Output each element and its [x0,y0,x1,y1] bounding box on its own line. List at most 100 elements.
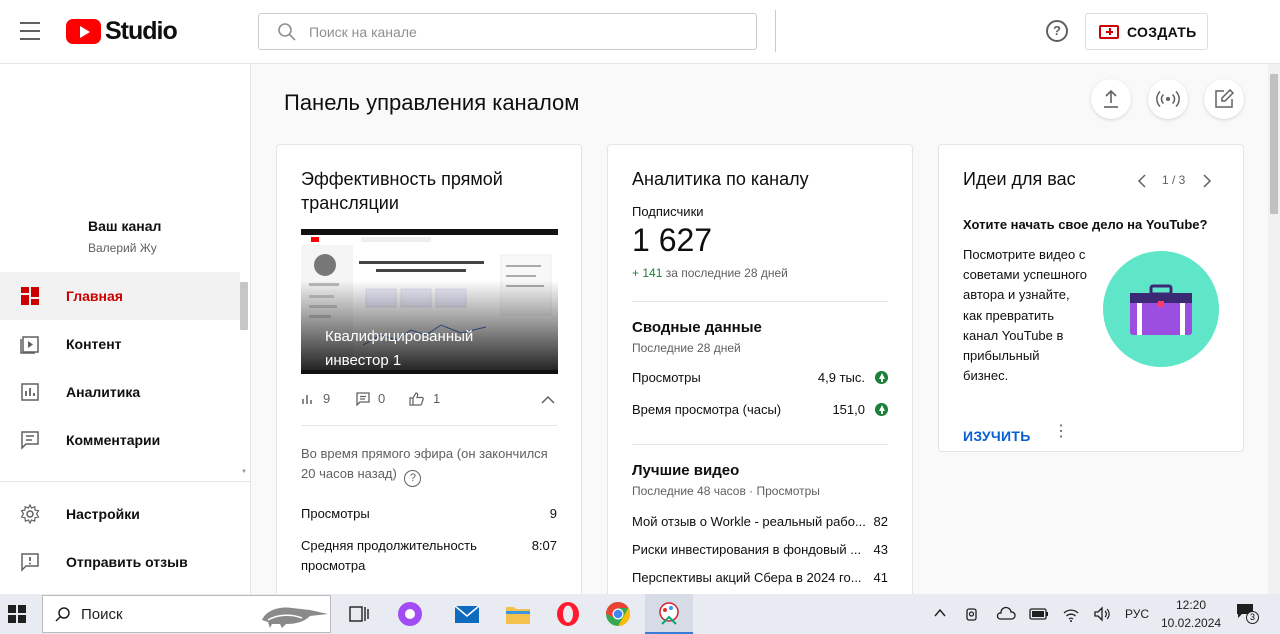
content-icon [20,336,39,354]
channel-name[interactable]: Ваш канал [88,218,161,234]
meet-now-icon[interactable] [964,605,982,623]
studio-logo[interactable]: Studio [66,17,178,46]
video-title: Мой отзыв о Workle - реальный рабо... [632,514,866,529]
alice-assistant-icon[interactable] [394,598,426,630]
header-divider [775,10,776,52]
chevron-left-icon[interactable] [1137,174,1146,188]
create-post-button[interactable] [1204,79,1244,119]
summary-title: Сводные данные [632,319,762,336]
summary-label: Время просмотра (часы) [632,402,782,417]
card-title: Эффективность прямой трансляции [301,169,503,213]
more-options-icon[interactable]: ⋮ [1053,424,1069,440]
subscribers-delta-period: за последние 28 дней [665,266,788,280]
windows-start-icon[interactable] [8,605,26,623]
chrome-browser-icon[interactable] [602,598,634,630]
video-views: 43 [873,542,888,557]
wifi-icon[interactable] [1062,605,1080,623]
page-scrollbar[interactable] [1268,64,1280,594]
help-icon[interactable]: ? [1046,20,1068,42]
create-video-icon [1099,24,1119,39]
info-help-icon[interactable]: ? [404,470,422,487]
video-thumbnail[interactable]: Квалифицированный инвестор 1 [301,229,558,374]
sidebar-item-comments[interactable]: Комментарии [0,416,240,464]
live-broadcast-icon [1156,90,1180,108]
comments-icon [21,431,39,450]
trend-up-icon [875,403,888,416]
subscribers-delta-row: + 141 за последние 28 дней [632,266,788,280]
idea-body: Посмотрите видео с советами успешного ав… [963,247,1087,384]
divider [301,425,557,426]
stat-row-views: Просмотры 9 [301,504,557,524]
notifications-button[interactable]: 3 [1236,603,1260,625]
mail-icon[interactable] [451,598,483,630]
sidebar-item-analytics[interactable]: Аналитика [0,368,240,416]
summary-row-watch-time: Время просмотра (часы) 151,0 [632,400,888,420]
channel-analytics-card: Аналитика по каналу Подписчики 1 627 + 1… [607,144,913,614]
search-input[interactable] [309,23,729,40]
sidebar-item-label: Аналитика [66,384,141,400]
sidebar-item-settings[interactable]: Настройки [0,490,240,538]
chevron-up-icon[interactable] [541,395,555,404]
summary-period: Последние 28 дней [632,341,741,355]
views-count: 9 [323,391,331,406]
bar-chart-icon [302,394,312,404]
notification-count: 3 [1246,611,1259,624]
sidebar-item-dashboard[interactable]: Главная [0,272,240,320]
sidebar-item-content[interactable]: Контент [0,320,240,368]
card-title: Аналитика по каналу [632,169,809,189]
trend-up-icon [875,371,888,384]
views-stat: 9 [301,391,330,406]
volume-icon[interactable] [1093,605,1111,623]
chevron-up-icon[interactable] [934,608,946,618]
taskbar-search[interactable]: Поиск [42,595,331,633]
chevron-right-icon[interactable] [1203,174,1212,188]
summary-value: 151,0 [832,402,865,417]
sidebar-item-feedback[interactable]: Отправить отзыв [0,538,240,586]
clock-date[interactable]: 10.02.2024 [1161,616,1221,630]
create-button[interactable]: СОЗДАТЬ [1085,13,1208,50]
upload-button[interactable] [1091,79,1131,119]
top-video-row[interactable]: Перспективы акций Сбера в 2024 го... 41 [632,568,888,588]
comment-icon [356,391,370,406]
briefcase-illustration [1103,251,1219,367]
summary-label: Просмотры [632,370,701,385]
anteater-illustration-icon [262,607,328,628]
top-videos-title: Лучшие видео [632,462,740,479]
taskbar-search-label: Поиск [81,605,123,623]
sidebar: Ваш канал Валерий Жу Главная Контент Ана… [0,64,251,594]
scroll-down-icon[interactable]: ▼ [241,469,247,475]
search-icon [55,607,70,622]
likes-count: 1 [433,391,441,406]
go-live-button[interactable] [1148,79,1188,119]
learn-button[interactable]: ИЗУЧИТЬ [963,428,1031,444]
battery-icon[interactable] [1029,606,1049,622]
video-title: Риски инвестирования в фондовый ... [632,542,862,557]
page-scrollbar-thumb[interactable] [1270,74,1278,214]
windows-taskbar: Поиск РУС 12:20 10.02.2024 3 [0,594,1280,634]
task-view-icon[interactable] [343,598,375,630]
video-title: Перспективы акций Сбера в 2024 го... [632,570,862,585]
sidebar-scrollbar[interactable] [240,282,248,330]
comments-count: 0 [378,391,386,406]
onedrive-cloud-icon[interactable] [996,605,1016,623]
page-title: Панель управления каналом [284,90,580,115]
sidebar-item-label: Настройки [66,506,140,522]
edit-icon [1215,89,1234,108]
file-explorer-icon[interactable] [502,598,534,630]
channel-search[interactable] [258,13,757,50]
live-ended-note: Во время прямого эфира (он закончился 20… [301,444,561,487]
video-views: 41 [873,570,888,585]
opera-browser-icon[interactable] [552,598,584,630]
channel-user: Валерий Жу [88,241,157,255]
clock-time[interactable]: 12:20 [1176,598,1206,612]
paint-tool-icon[interactable] [653,598,685,630]
youtube-logo-icon [66,19,101,44]
summary-value-wrap: 4,9 тыс. [818,368,888,388]
create-button-label: СОЗДАТЬ [1127,23,1197,40]
top-video-row[interactable]: Мой отзыв о Workle - реальный рабо... 82 [632,512,888,532]
top-video-row[interactable]: Риски инвестирования в фондовый ... 43 [632,540,888,560]
subscribers-count: 1 627 [632,222,713,258]
input-language[interactable]: РУС [1125,607,1149,621]
sidebar-item-label: Главная [66,288,123,304]
menu-icon[interactable] [20,22,40,40]
